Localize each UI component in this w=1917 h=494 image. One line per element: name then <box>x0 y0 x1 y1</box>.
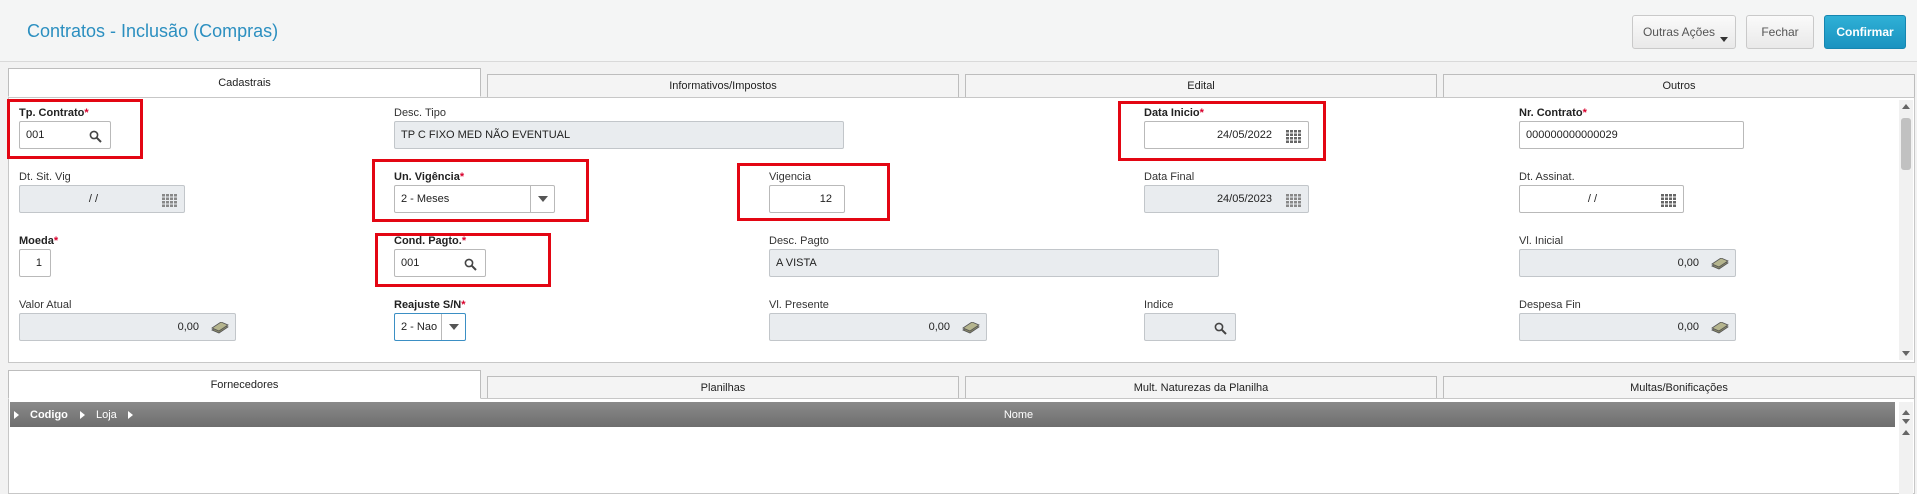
data-final-label: Data Final <box>1144 171 1195 183</box>
grid-scrollbar[interactable] <box>1899 402 1913 494</box>
desc-pagto-field: A VISTA <box>769 249 1219 277</box>
calendar-icon[interactable] <box>1659 191 1677 209</box>
money-icon <box>1711 319 1729 337</box>
calendar-icon <box>160 191 178 209</box>
form-scrollbar[interactable] <box>1899 100 1913 360</box>
valor-atual-field: 0,00 <box>19 313 236 341</box>
grid-row-indicator-icon <box>14 402 19 427</box>
vl-inicial-label: Vl. Inicial <box>1519 235 1564 247</box>
dt-assinat-label: Dt. Assinat. <box>1519 171 1575 183</box>
column-separator-icon <box>128 402 133 427</box>
highlight-vigencia <box>737 163 890 221</box>
nr-contrato-label: Nr. Contrato* <box>1519 107 1587 119</box>
chevron-down-icon[interactable] <box>441 314 465 340</box>
scroll-down-icon[interactable] <box>1902 351 1910 356</box>
tab-informativos-impostos[interactable]: Informativos/Impostos <box>487 74 959 98</box>
grid-header: Codigo Loja Nome <box>10 402 1895 427</box>
tab-fornecedores[interactable]: Fornecedores <box>8 370 481 399</box>
moeda-label: Moeda* <box>19 235 59 247</box>
money-icon <box>962 319 980 337</box>
more-actions-button[interactable]: Outras Ações <box>1632 15 1736 49</box>
grid-column-loja[interactable]: Loja <box>96 402 132 427</box>
scroll-up-icon[interactable] <box>1902 410 1910 415</box>
scroll-up-icon[interactable] <box>1902 430 1910 435</box>
page-title: Contratos - Inclusão (Compras) <box>27 21 279 41</box>
page-header: Contratos - Inclusão (Compras) Outras Aç… <box>0 0 1917 62</box>
confirm-button[interactable]: Confirmar <box>1824 15 1906 49</box>
close-button[interactable]: Fechar <box>1746 15 1814 49</box>
highlight-un-vigencia <box>372 159 589 222</box>
dt-assinat-input[interactable]: / / <box>1519 185 1684 213</box>
tab-multas-bonificacoes[interactable]: Multas/Bonificações <box>1443 376 1915 400</box>
tab-planilhas[interactable]: Planilhas <box>487 376 959 400</box>
vl-presente-label: Vl. Presente <box>769 299 829 311</box>
tab-outros[interactable]: Outros <box>1443 74 1915 98</box>
scroll-down-icon[interactable] <box>1902 419 1910 424</box>
vl-inicial-field: 0,00 <box>1519 249 1736 277</box>
calendar-icon <box>1284 191 1302 209</box>
highlight-tp-contrato <box>7 99 143 159</box>
chevron-down-icon <box>1720 37 1728 42</box>
money-icon <box>1711 255 1729 273</box>
desc-pagto-label: Desc. Pagto <box>769 235 829 247</box>
despesa-fin-label: Despesa Fin <box>1519 299 1581 311</box>
reajuste-label: Reajuste S/N* <box>394 299 466 311</box>
highlight-data-inicio <box>1118 101 1326 161</box>
vl-presente-field: 0,00 <box>769 313 987 341</box>
grid-column-nome[interactable]: Nome <box>142 402 1895 427</box>
search-icon[interactable] <box>1211 319 1229 337</box>
despesa-fin-field: 0,00 <box>1519 313 1736 341</box>
tab-cadastrais[interactable]: Cadastrais <box>8 68 481 97</box>
dt-sit-vig-label: Dt. Sit. Vig <box>19 171 71 183</box>
desc-tipo-field: TP C FIXO MED NÃO EVENTUAL <box>394 121 844 149</box>
grid-column-codigo[interactable]: Codigo <box>30 402 84 427</box>
scroll-thumb[interactable] <box>1901 118 1911 170</box>
column-separator-icon <box>80 402 85 427</box>
indice-label: Indice <box>1144 299 1174 311</box>
more-actions-label: Outras Ações <box>1642 25 1716 39</box>
nr-contrato-input[interactable]: 000000000000029 <box>1519 121 1744 149</box>
money-icon <box>211 319 229 337</box>
moeda-input[interactable]: 1 <box>19 249 51 277</box>
highlight-cond-pagto <box>375 233 551 287</box>
desc-tipo-label: Desc. Tipo <box>394 107 446 119</box>
tab-edital[interactable]: Edital <box>965 74 1437 98</box>
reajuste-select[interactable]: 2 - Nao <box>394 313 466 341</box>
dt-sit-vig-field: / / <box>19 185 185 213</box>
data-final-field: 24/05/2023 <box>1144 185 1309 213</box>
indice-field[interactable] <box>1144 313 1236 341</box>
valor-atual-label: Valor Atual <box>19 299 72 311</box>
tab-mult-naturezas[interactable]: Mult. Naturezas da Planilha <box>965 376 1437 400</box>
scroll-up-icon[interactable] <box>1902 104 1910 109</box>
